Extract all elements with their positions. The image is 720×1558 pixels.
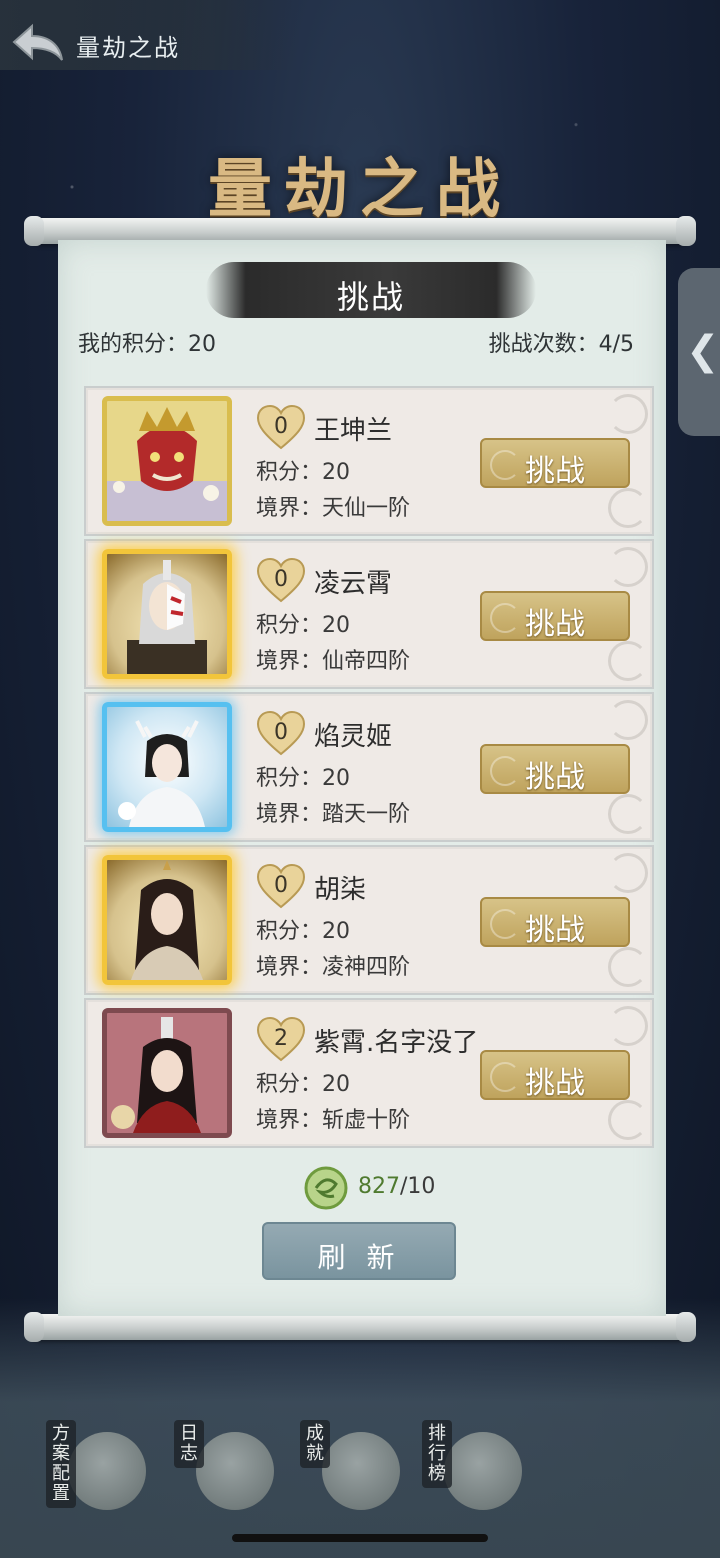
tab-challenge-label: 挑战 <box>336 278 405 316</box>
challenge-button[interactable]: 挑战 <box>480 744 630 795</box>
challenge-button[interactable]: 挑战 <box>480 591 630 642</box>
rolled-scroll-icon <box>322 1432 400 1510</box>
refresh-button-label: 刷 新 <box>317 1241 401 1274</box>
heart-badge: 0 <box>256 557 306 603</box>
challenge-attempts: 挑战次数：4/5 <box>488 332 634 357</box>
nav-achievements[interactable]: 成就 <box>294 1420 404 1520</box>
opponent-card: 2 紫霄.名字没了 积分：20 境界：斩虚十阶 挑战 <box>84 998 654 1148</box>
cloud-ornament-icon <box>608 947 648 987</box>
challenge-button-label: 挑战 <box>525 1066 585 1101</box>
scroll-bottom-rod <box>24 1312 696 1342</box>
opponent-name: 焰灵姬 <box>314 722 393 752</box>
opponent-card: 0 凌云霄 积分：20 境界：仙帝四阶 挑战 <box>84 539 654 689</box>
opponent-card: 0 王坤兰 积分：20 境界：天仙一阶 挑战 <box>84 386 654 536</box>
opponent-realm: 境界：凌神四阶 <box>256 955 411 980</box>
back-arrow-icon <box>12 23 63 61</box>
refresh-cost: 827/10 <box>302 1164 492 1214</box>
crowned-prince-portrait-icon <box>111 1017 201 1133</box>
side-expand-tab[interactable]: ❮ <box>678 268 720 436</box>
back-button[interactable] <box>10 22 66 64</box>
opponent-score: 积分：20 <box>256 613 350 638</box>
heart-count: 0 <box>274 873 288 898</box>
scroll-brush-icon <box>68 1432 146 1510</box>
heart-badge: 2 <box>256 1016 306 1062</box>
opponent-score: 积分：20 <box>256 460 350 485</box>
avatar <box>102 549 232 679</box>
avatar <box>102 1008 232 1138</box>
opponent-realm: 境界：踏天一阶 <box>256 802 411 827</box>
masked-swordsman-portrait-icon <box>127 560 207 674</box>
currency-amount: 827/10 <box>358 1174 435 1199</box>
page-title: 量劫之战 <box>76 34 180 62</box>
cloud-ornament-icon <box>608 641 648 681</box>
top-bar: 量劫之战 <box>0 0 300 70</box>
nav-log[interactable]: 日志 <box>168 1420 278 1520</box>
heart-count: 0 <box>274 720 288 745</box>
challenge-button-label: 挑战 <box>525 607 585 642</box>
challenge-button[interactable]: 挑战 <box>480 897 630 948</box>
cloud-ornament-icon <box>608 1006 648 1046</box>
cloud-ornament-icon <box>608 853 648 893</box>
opponent-score: 积分：20 <box>256 919 350 944</box>
banner-title: 量劫之战 <box>208 152 512 227</box>
opponent-name: 王坤兰 <box>314 416 393 446</box>
jade-token-icon <box>304 1166 348 1210</box>
challenge-button-label: 挑战 <box>525 454 585 489</box>
heart-badge: 0 <box>256 404 306 450</box>
tab-challenge: 挑战 <box>206 262 536 318</box>
opponent-name: 凌云霄 <box>314 569 393 599</box>
opponent-name: 紫霄.名字没了 <box>314 1028 479 1058</box>
challenge-button[interactable]: 挑战 <box>480 1050 630 1101</box>
opponent-realm: 境界：天仙一阶 <box>256 496 411 521</box>
cloud-ornament-icon <box>608 794 648 834</box>
avatar <box>102 702 232 832</box>
opponent-realm: 境界：仙帝四阶 <box>256 649 411 674</box>
nav-achievements-label: 成就 <box>300 1420 330 1468</box>
challenge-button-label: 挑战 <box>525 913 585 948</box>
heart-count: 0 <box>274 414 288 439</box>
refresh-button[interactable]: 刷 新 <box>262 1222 456 1280</box>
cloud-ornament-icon <box>608 1100 648 1140</box>
heart-count: 2 <box>274 1026 288 1051</box>
nav-log-label: 日志 <box>174 1420 204 1468</box>
opponent-realm: 境界：斩虚十阶 <box>256 1108 411 1133</box>
demon-mask-portrait-icon <box>107 407 227 521</box>
nav-plan-config-label: 方案配置 <box>46 1420 76 1508</box>
challenge-panel: 挑战 我的积分：20 挑战次数：4/5 0 王坤兰 积分：20 境界：天仙一阶 <box>58 240 666 1316</box>
cloud-ornament-icon <box>608 700 648 740</box>
cloud-ornament-icon <box>608 488 648 528</box>
currency-owned: 827 <box>358 1174 400 1199</box>
challenge-button-label: 挑战 <box>525 760 585 795</box>
opponent-name: 胡柒 <box>314 875 367 905</box>
avatar <box>102 855 232 985</box>
nav-leaderboard[interactable]: 排行榜 <box>416 1420 526 1520</box>
my-score: 我的积分：20 <box>78 332 216 357</box>
heart-badge: 0 <box>256 710 306 756</box>
opponent-score: 积分：20 <box>256 1072 350 1097</box>
opponent-card: 0 胡柒 积分：20 境界：凌神四阶 挑战 <box>84 845 654 995</box>
nav-leaderboard-label: 排行榜 <box>422 1420 452 1488</box>
avatar <box>102 396 232 526</box>
home-indicator[interactable] <box>232 1534 488 1542</box>
heart-badge: 0 <box>256 863 306 909</box>
challenge-button[interactable]: 挑战 <box>480 438 630 489</box>
chevron-left-icon: ❮ <box>686 328 720 374</box>
long-haired-cultivator-portrait-icon <box>131 860 203 980</box>
bar-chart-icon <box>444 1432 522 1510</box>
nav-plan-config[interactable]: 方案配置 <box>40 1420 150 1520</box>
heart-count: 0 <box>274 567 288 592</box>
cloud-ornament-icon <box>608 394 648 434</box>
opponent-score: 积分：20 <box>256 766 350 791</box>
scroll-icon <box>196 1432 274 1510</box>
currency-cost: /10 <box>400 1174 436 1199</box>
cloud-ornament-icon <box>608 547 648 587</box>
antlered-maiden-portrait-icon <box>118 720 205 827</box>
opponent-card: 0 焰灵姬 积分：20 境界：踏天一阶 挑战 <box>84 692 654 842</box>
